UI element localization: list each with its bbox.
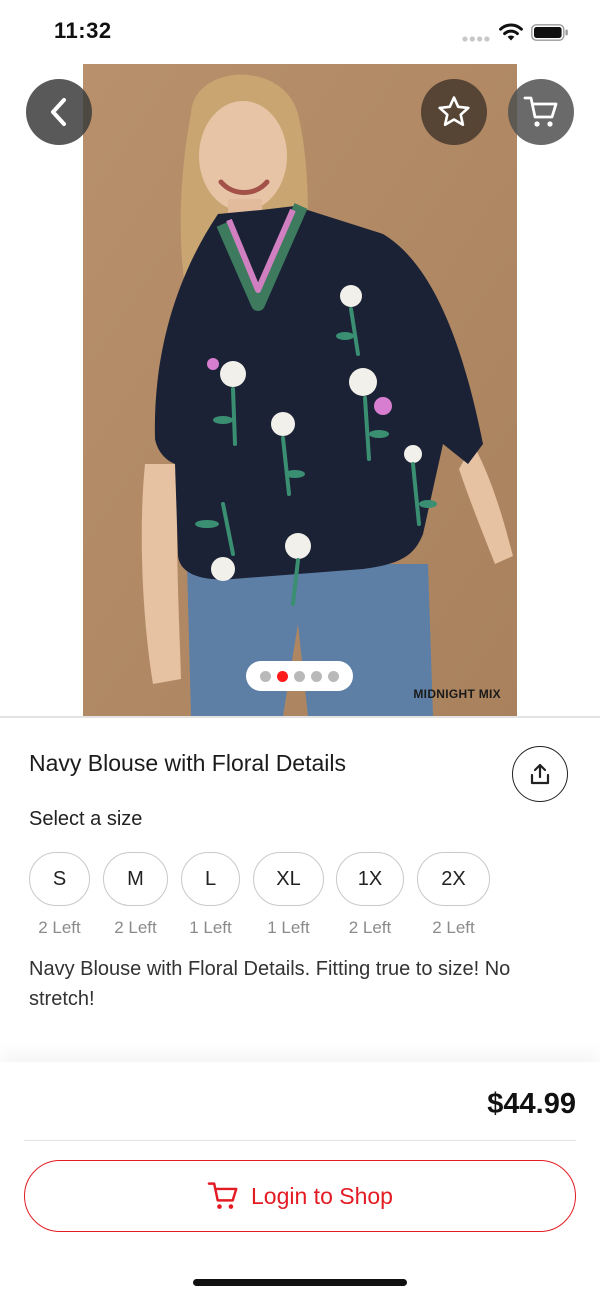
- size-option-xl[interactable]: XL 1 Left: [253, 852, 324, 938]
- size-chip[interactable]: L: [181, 852, 240, 906]
- purchase-panel: $44.99 Login to Shop: [0, 1062, 600, 1299]
- status-time: 11:32: [54, 18, 112, 43]
- login-button-label: Login to Shop: [251, 1182, 393, 1209]
- product-image-gallery[interactable]: MIDNIGHT MIX: [0, 64, 600, 716]
- size-option-2x[interactable]: 2X 2 Left: [417, 852, 490, 938]
- divider: [24, 1140, 576, 1141]
- size-stock: 1 Left: [189, 918, 232, 937]
- size-option-m[interactable]: M 2 Left: [103, 852, 168, 938]
- login-to-shop-button[interactable]: Login to Shop: [24, 1160, 576, 1232]
- cart-button[interactable]: [508, 79, 574, 145]
- size-option-l[interactable]: L 1 Left: [181, 852, 240, 938]
- size-stock: 2 Left: [432, 918, 475, 937]
- size-stock: 2 Left: [38, 918, 81, 937]
- pager-dot[interactable]: [260, 670, 271, 682]
- cart-icon: [207, 1182, 238, 1209]
- product-price: $44.99: [487, 1088, 576, 1120]
- back-button[interactable]: [26, 79, 92, 145]
- pager-dot[interactable]: [328, 670, 339, 682]
- size-chip[interactable]: S: [29, 852, 90, 906]
- wifi-icon: [499, 23, 523, 41]
- cart-icon: [523, 96, 558, 127]
- size-chip[interactable]: XL: [253, 852, 324, 906]
- size-chip[interactable]: 2X: [417, 852, 490, 906]
- size-prompt: Select a size: [29, 808, 143, 830]
- cellular-signal-icon: [462, 36, 490, 42]
- status-bar: 11:32: [0, 0, 600, 64]
- size-chip[interactable]: M: [103, 852, 168, 906]
- pager-dot[interactable]: [294, 670, 305, 682]
- share-icon: [530, 763, 550, 785]
- battery-icon: [531, 24, 568, 41]
- product-title: Navy Blouse with Floral Details: [29, 750, 347, 776]
- divider: [0, 716, 600, 718]
- variant-label: MIDNIGHT MIX: [413, 687, 501, 701]
- chevron-left-icon: [51, 98, 66, 126]
- home-indicator[interactable]: [193, 1279, 407, 1286]
- size-stock: 2 Left: [348, 918, 392, 937]
- size-option-s[interactable]: S 2 Left: [29, 852, 90, 938]
- gallery-pager[interactable]: [246, 661, 353, 691]
- favorite-button[interactable]: [421, 79, 487, 145]
- size-option-1x[interactable]: 1X 2 Left: [336, 852, 404, 938]
- size-chip[interactable]: 1X: [336, 852, 404, 906]
- size-stock: 2 Left: [114, 918, 157, 937]
- size-stock: 1 Left: [267, 918, 310, 937]
- star-outline-icon: [438, 96, 470, 126]
- pager-dot[interactable]: [311, 670, 322, 682]
- product-photo: MIDNIGHT MIX: [83, 64, 517, 716]
- pager-dot-active[interactable]: [277, 670, 288, 682]
- product-description: Navy Blouse with Floral Details. Fitting…: [29, 958, 511, 1010]
- share-button[interactable]: [512, 746, 568, 802]
